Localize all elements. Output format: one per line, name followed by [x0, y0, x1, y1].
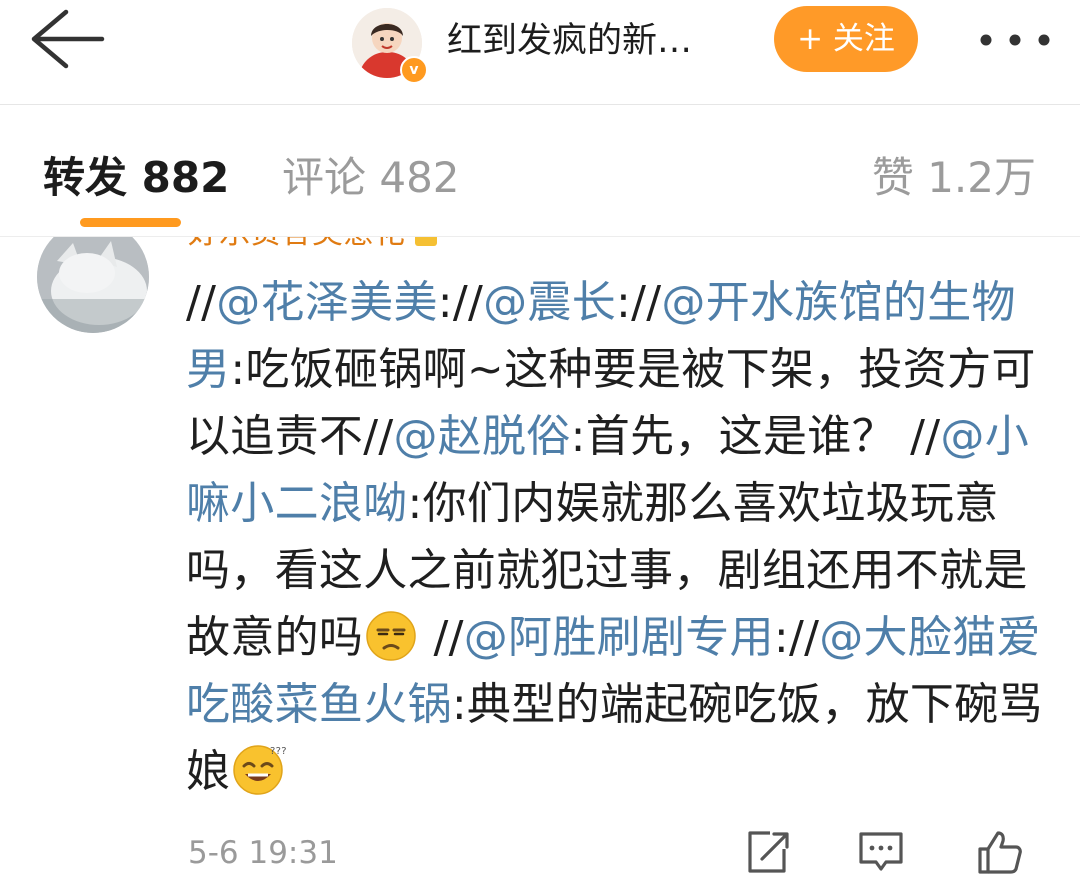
post-text-segment: :首先，这是谁？ // — [570, 411, 941, 462]
mention-link[interactable]: @花泽美美 — [216, 277, 438, 328]
tab-comment[interactable]: 评论 482 — [282, 149, 460, 207]
top-bar: v 红到发疯的新… + 关注 — [0, 0, 1080, 105]
follow-label: 关注 — [832, 21, 895, 57]
tab-like[interactable]: 赞 1.2万 — [872, 149, 1036, 207]
mention-link[interactable]: @赵脱俗 — [393, 411, 570, 462]
mention-link[interactable]: @震长 — [483, 277, 616, 328]
post-text-segment: // — [186, 277, 217, 328]
username-text: 好乐贵答美意花 — [188, 237, 405, 251]
more-options-icon[interactable] — [972, 20, 1058, 60]
tab-bar: 转发 882 评论 482 赞 1.2万 — [0, 105, 1080, 237]
active-tab-indicator — [80, 218, 181, 227]
back-arrow-icon[interactable] — [22, 6, 110, 72]
post-text-segment: :// — [437, 277, 484, 328]
svg-text:???: ??? — [270, 746, 286, 757]
comment-icon[interactable] — [856, 827, 906, 877]
author-avatar[interactable]: v — [352, 8, 428, 84]
post-text: //@花泽美美://@震长://@开水族馆的生物男:吃饭砸锅啊~这种要是被下架，… — [186, 269, 1056, 805]
tab-repost[interactable]: 转发 882 — [43, 149, 229, 207]
dizzy-grin-emoji: ??? — [230, 742, 287, 798]
post-text-segment: :// — [616, 277, 662, 328]
post-time: 5-6 19:31 — [188, 835, 338, 871]
repost-item: 好乐贵答美意花 //@花泽美美://@震长://@开水族馆的生物男:吃饭砸锅啊~… — [0, 237, 1080, 882]
like-thumb-icon[interactable] — [974, 827, 1024, 877]
post-text-segment: // — [419, 612, 464, 663]
user-avatar[interactable] — [37, 237, 149, 333]
plus-icon: + — [797, 21, 824, 57]
page-title: 红到发疯的新… — [447, 21, 693, 61]
verified-badge: v — [400, 56, 428, 84]
follow-button[interactable]: + 关注 — [774, 6, 918, 72]
post-text-segment: :// — [773, 612, 820, 663]
member-badge-icon — [415, 237, 437, 246]
repost-icon[interactable] — [742, 827, 792, 877]
mention-link[interactable]: @阿胜刷剧专用 — [464, 612, 774, 663]
username[interactable]: 好乐贵答美意花 — [188, 237, 437, 253]
unamused-emoji — [363, 608, 419, 664]
